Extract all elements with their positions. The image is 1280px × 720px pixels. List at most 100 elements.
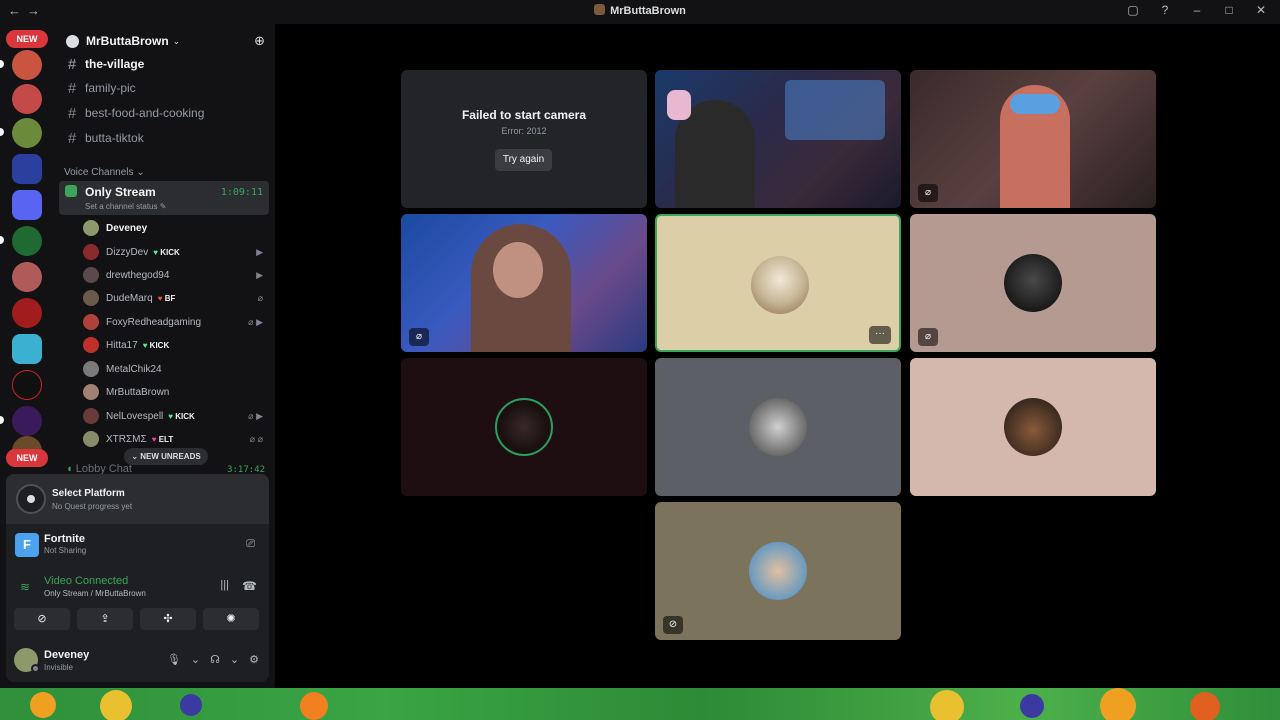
soundboard-button[interactable]: ✺ <box>203 608 259 630</box>
server-icon-8[interactable] <box>12 334 42 364</box>
hash-icon: # <box>67 79 77 97</box>
muted-icon: ⌀ <box>918 184 938 202</box>
activity-game: Fortnite <box>44 533 85 545</box>
voice-user[interactable]: Hitta17 ♥ KICK <box>83 335 263 355</box>
help-icon[interactable]: ? <box>1156 3 1174 17</box>
camera-off-icon: ⊘ <box>37 613 47 625</box>
quest-panel[interactable]: Select Platform No Quest progress yet <box>6 474 269 524</box>
activity-status: Not Sharing <box>44 546 87 555</box>
close-icon[interactable]: ✕ <box>1252 3 1270 17</box>
voice-user-name: drewthegod94 <box>106 269 170 281</box>
chevron-down-icon[interactable]: ⌄ <box>191 653 200 666</box>
server-icon-1[interactable] <box>12 50 42 80</box>
microphone-icon[interactable]: 🎙︎ <box>167 653 181 666</box>
minimize-icon[interactable]: – <box>1188 3 1206 17</box>
avatar <box>83 408 99 424</box>
server-unread-pill <box>0 60 4 68</box>
screen-share-button[interactable]: ⇪ <box>77 608 133 630</box>
channel-status[interactable]: Set a channel status ✎ <box>85 202 166 211</box>
video-tile-woman[interactable]: ⌀ <box>401 214 647 352</box>
share-screen-icon[interactable]: ⎚ <box>246 538 255 551</box>
video-stage: Failed to start camera Error: 2012 Try a… <box>275 24 1280 688</box>
voice-timer: 1:09:11 <box>220 187 263 198</box>
channel-the-village[interactable]: # the-village <box>56 53 275 75</box>
video-tile-avatar[interactable] <box>910 358 1156 496</box>
chevron-down-icon: ⌄ <box>172 35 181 46</box>
voice-user[interactable]: NelLovespell ♥ KICK ⌀ ▶ <box>83 406 263 426</box>
voice-user[interactable]: MetalChik24 <box>83 359 263 379</box>
voice-category[interactable]: Voice Channels ⌄ <box>64 167 145 178</box>
settings-gear-icon[interactable]: ⚙ <box>249 653 259 666</box>
maximize-icon[interactable]: □ <box>1220 3 1238 17</box>
flower-decoration <box>1190 692 1220 720</box>
headphones-icon[interactable]: ☊ <box>210 653 220 666</box>
deafened-icon: ⌀ <box>257 292 263 303</box>
more-options-icon[interactable]: ··· <box>869 326 891 344</box>
inbox-icon[interactable]: ▢ <box>1124 3 1142 17</box>
server-logo-icon <box>66 34 79 48</box>
new-unreads-button[interactable]: ⌄ NEW UNREADS <box>124 448 208 465</box>
camera-error-tile: Failed to start camera Error: 2012 Try a… <box>401 70 647 208</box>
channel-best-food-and-cooking[interactable]: # best-food-and-cooking <box>56 102 275 124</box>
server-icon-9[interactable] <box>12 370 42 400</box>
voice-user[interactable]: DizzyDev ♥ KICK ▶ <box>83 242 263 262</box>
voice-user[interactable]: drewthegod94 ▶ <box>83 265 263 285</box>
channel-family-pic[interactable]: # family-pic <box>56 77 275 99</box>
chevron-down-icon[interactable]: ⌄ <box>230 653 239 666</box>
avatar <box>83 314 99 330</box>
server-icon-10[interactable] <box>12 406 42 436</box>
avatar <box>495 398 553 456</box>
video-tile-deveney-speaking[interactable]: ··· <box>655 214 901 352</box>
window-title: MrButtaBrown <box>0 4 1280 17</box>
user-tag: ♥ ELT <box>151 434 174 444</box>
video-tile-avatar[interactable] <box>655 358 901 496</box>
activities-icon: ✣ <box>163 613 173 625</box>
signal-icon[interactable]: ≋ <box>20 580 30 594</box>
server-unread-pill <box>0 236 4 244</box>
quest-icon <box>16 484 46 514</box>
channel-label: butta-tiktok <box>85 131 144 145</box>
server-name: MrButtaBrown <box>86 34 169 48</box>
video-icon: ▶ <box>256 246 263 257</box>
connection-subtitle[interactable]: Only Stream / MrButtaBrown <box>44 589 146 598</box>
activities-button[interactable]: ✣ <box>140 608 196 630</box>
server-icon-7[interactable] <box>12 298 42 328</box>
hash-icon: # <box>67 104 77 122</box>
server-unread-pill <box>0 128 4 136</box>
try-again-button[interactable]: Try again <box>495 149 552 171</box>
video-tile-streamer[interactable] <box>655 70 901 208</box>
voice-user[interactable]: Deveney <box>83 218 263 238</box>
hash-icon: # <box>67 55 77 73</box>
server-icon-6[interactable] <box>12 262 42 292</box>
voice-user[interactable]: DudeMarq ♥ BF ⌀ <box>83 288 263 308</box>
voice-user[interactable]: XTRΣMΣ ♥ ELT ⌀ ⌀ <box>83 429 263 449</box>
server-header[interactable]: MrButtaBrown ⌄ ⊕ <box>56 30 275 52</box>
voice-user-name: FoxyRedheadgaming <box>106 316 202 328</box>
new-badge-bottom[interactable]: NEW <box>6 449 48 467</box>
server-icon-3[interactable] <box>12 118 42 148</box>
folder-icon[interactable] <box>12 190 42 220</box>
fortnite-game-icon: F <box>15 533 39 557</box>
noise-suppression-icon[interactable]: ||| <box>220 579 229 591</box>
voice-user[interactable]: FoxyRedheadgaming ⌀ ▶ <box>83 312 263 332</box>
voice-user[interactable]: MrButtaBrown <box>83 382 263 402</box>
flower-decoration <box>930 690 964 720</box>
video-tile-avatar[interactable]: ⌀ <box>910 214 1156 352</box>
screen-share-icon: ⇪ <box>100 613 110 625</box>
server-icon-2[interactable] <box>12 84 42 114</box>
server-icon-4[interactable] <box>12 154 42 184</box>
video-tile-redhead[interactable]: ⌀ <box>910 70 1156 208</box>
video-tile-avatar[interactable]: ⊘ <box>655 502 901 640</box>
invite-people-icon[interactable]: ⊕ <box>254 33 265 49</box>
voice-channel-only-stream[interactable]: Only Stream 1:09:11 Set a channel status… <box>59 181 269 215</box>
disconnect-icon[interactable]: ☎ <box>242 579 257 593</box>
status-icons: ⌀ ⌀ <box>249 433 263 444</box>
voice-user-name: Deveney <box>106 222 148 234</box>
channel-butta-tiktok[interactable]: # butta-tiktok <box>56 127 275 149</box>
current-user[interactable]: Deveney Invisible 🎙︎ ⌄ ☊ ⌄ ⚙ <box>6 644 269 682</box>
camera-off-button[interactable]: ⊘ <box>14 608 70 630</box>
new-badge-top[interactable]: NEW <box>6 30 48 48</box>
video-tile-avatar[interactable] <box>401 358 647 496</box>
avatar <box>83 337 99 353</box>
server-icon-5[interactable] <box>12 226 42 256</box>
